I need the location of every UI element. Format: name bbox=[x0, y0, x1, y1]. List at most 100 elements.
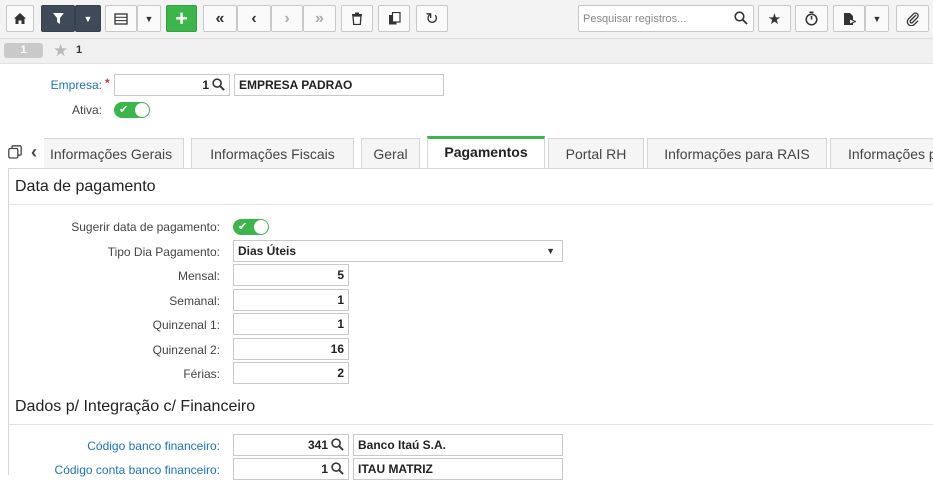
conta-name-field[interactable]: ITAU MATRIZ bbox=[353, 458, 563, 480]
mensal-field[interactable]: 5 bbox=[233, 264, 349, 286]
grid-icon bbox=[114, 12, 128, 25]
tab-geral[interactable]: Geral bbox=[361, 138, 420, 169]
filter-button[interactable] bbox=[41, 5, 75, 32]
toggle-knob bbox=[135, 103, 149, 117]
empresa-label[interactable]: Empresa: bbox=[50, 78, 102, 92]
tab-bar: ‹ Informações Gerais Informações Fiscais… bbox=[0, 136, 933, 169]
search-icon[interactable] bbox=[331, 438, 344, 451]
filter-dropdown-button[interactable]: ▼ bbox=[75, 5, 101, 32]
tabs-scroll-left-icon[interactable]: ‹ bbox=[31, 142, 37, 163]
conta-code-value: 1 bbox=[321, 462, 328, 476]
home-icon bbox=[14, 13, 26, 24]
caret-down-icon: ▼ bbox=[83, 13, 93, 24]
check-icon: ✔ bbox=[119, 104, 129, 116]
quinzenal1-label: Quinzenal 1: bbox=[152, 318, 220, 332]
ativa-toggle[interactable]: ✔ bbox=[114, 102, 150, 118]
delete-button[interactable] bbox=[341, 5, 373, 32]
banco-code-field[interactable]: 341 bbox=[233, 434, 349, 456]
delete-icon bbox=[352, 12, 362, 25]
copy-tabs-icon[interactable] bbox=[8, 145, 22, 159]
timer-button[interactable] bbox=[795, 5, 828, 32]
section-divider bbox=[9, 204, 933, 205]
export-icon bbox=[843, 12, 856, 25]
first-icon: « bbox=[215, 9, 225, 27]
previous-record-button[interactable]: ‹ bbox=[237, 5, 271, 32]
toggle-knob bbox=[254, 220, 268, 234]
record-bar: 1 ★ 1 bbox=[0, 39, 933, 64]
tipo-dia-value: Dias Úteis bbox=[238, 244, 297, 258]
empresa-name-field[interactable]: EMPRESA PADRAO bbox=[234, 74, 444, 96]
attach-icon bbox=[906, 11, 919, 26]
timer-icon bbox=[805, 11, 818, 26]
toolbar: ▼ ▼ + « ‹ › » ↻ ★ ▼ bbox=[0, 0, 933, 39]
refresh-icon: ↻ bbox=[425, 10, 439, 28]
check-icon: ✔ bbox=[238, 221, 248, 233]
tab-informacoes-rais[interactable]: Informações para RAIS bbox=[647, 138, 827, 169]
semanal-label: Semanal: bbox=[169, 294, 220, 308]
conta-code-field[interactable]: 1 bbox=[233, 458, 349, 480]
tipo-dia-select[interactable]: Dias Úteis ▼ bbox=[233, 240, 563, 262]
semanal-field[interactable]: 1 bbox=[233, 289, 349, 311]
empresa-code-value: 1 bbox=[202, 78, 209, 92]
conta-name-value: ITAU MATRIZ bbox=[358, 462, 433, 476]
record-number-badge[interactable]: 1 bbox=[4, 43, 43, 58]
section-divider bbox=[9, 424, 933, 425]
sugerir-toggle[interactable]: ✔ bbox=[233, 219, 269, 235]
banco-name-field[interactable]: Banco Itaú S.A. bbox=[353, 434, 563, 456]
search-box bbox=[578, 5, 754, 32]
search-icon[interactable] bbox=[734, 11, 748, 25]
tab-informacoes-more[interactable]: Informações p bbox=[830, 138, 933, 169]
search-input[interactable] bbox=[579, 6, 729, 31]
copy-icon bbox=[388, 12, 401, 25]
add-icon: + bbox=[175, 5, 188, 31]
search-icon[interactable] bbox=[212, 78, 225, 91]
last-icon: » bbox=[315, 9, 324, 27]
quinzenal1-field[interactable]: 1 bbox=[233, 313, 349, 335]
prev-icon: ‹ bbox=[251, 9, 257, 27]
duplicate-button[interactable] bbox=[378, 5, 410, 32]
first-record-button[interactable]: « bbox=[203, 5, 237, 32]
banco-financeiro-label[interactable]: Código banco financeiro: bbox=[9, 439, 220, 453]
quinzenal2-label: Quinzenal 2: bbox=[152, 343, 220, 357]
tipo-dia-label: Tipo Dia Pagamento: bbox=[107, 245, 220, 259]
tab-pagamentos[interactable]: Pagamentos bbox=[427, 136, 545, 169]
pagamentos-panel: Data de pagamento Sugerir data de pagame… bbox=[8, 169, 933, 480]
last-record-button[interactable]: » bbox=[303, 5, 336, 32]
empresa-label-text: Empresa: bbox=[50, 78, 102, 92]
next-record-button[interactable]: › bbox=[271, 5, 303, 32]
banco-name-value: Banco Itaú S.A. bbox=[358, 438, 447, 452]
tab-portal-rh[interactable]: Portal RH bbox=[548, 138, 644, 169]
grid-view-button[interactable] bbox=[105, 5, 137, 32]
home-button[interactable] bbox=[6, 5, 34, 32]
quinzenal2-field[interactable]: 16 bbox=[233, 338, 349, 360]
tab-informacoes-gerais[interactable]: Informações Gerais bbox=[44, 138, 184, 169]
ativa-label: Ativa: bbox=[71, 103, 102, 117]
next-icon: › bbox=[284, 9, 290, 27]
sugerir-label: Sugerir data de pagamento: bbox=[71, 220, 220, 234]
caret-down-icon: ▼ bbox=[144, 13, 154, 24]
ferias-field[interactable]: 2 bbox=[233, 362, 349, 384]
caret-down-icon: ▼ bbox=[872, 13, 882, 24]
filter-icon bbox=[52, 13, 64, 24]
export-dropdown-button[interactable]: ▼ bbox=[865, 5, 889, 32]
attach-button[interactable] bbox=[896, 5, 929, 32]
tab-informacoes-fiscais[interactable]: Informações Fiscais bbox=[191, 138, 354, 169]
ferias-label: Férias: bbox=[183, 367, 220, 381]
refresh-button[interactable]: ↻ bbox=[416, 5, 448, 32]
star-icon: ★ bbox=[767, 10, 782, 28]
banco-code-value: 341 bbox=[307, 438, 328, 452]
empresa-name-value: EMPRESA PADRAO bbox=[239, 78, 353, 92]
section-title-integracao: Dados p/ Integração c/ Financeiro bbox=[15, 398, 256, 415]
grid-view-dropdown-button[interactable]: ▼ bbox=[137, 5, 161, 32]
favorite-button[interactable]: ★ bbox=[758, 5, 791, 32]
star-icon[interactable]: ★ bbox=[53, 41, 68, 61]
empresa-code-field[interactable]: 1 bbox=[114, 74, 230, 96]
mensal-label: Mensal: bbox=[177, 269, 220, 283]
caret-down-icon: ▼ bbox=[546, 246, 555, 256]
record-label: 1 bbox=[76, 44, 83, 56]
add-button[interactable]: + bbox=[166, 5, 197, 32]
required-marker: * bbox=[105, 76, 110, 90]
search-icon[interactable] bbox=[331, 462, 344, 475]
export-button[interactable] bbox=[833, 5, 865, 32]
section-title-data-pagamento: Data de pagamento bbox=[15, 178, 156, 195]
